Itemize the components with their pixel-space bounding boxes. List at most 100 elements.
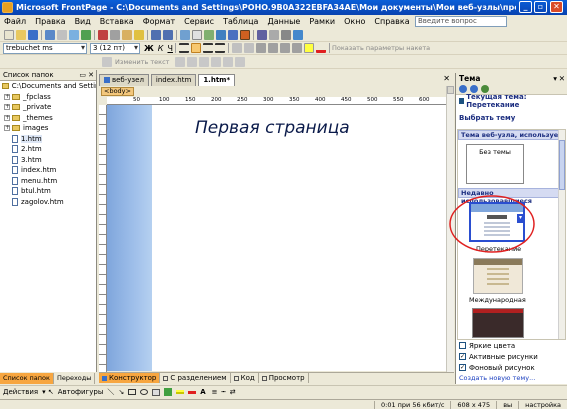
insert-table-icon[interactable] xyxy=(192,30,202,40)
new-folder-icon[interactable]: ▭ xyxy=(79,70,86,81)
preview-icon[interactable] xyxy=(69,30,79,40)
theme-thumb-international[interactable] xyxy=(473,258,523,294)
save-icon[interactable] xyxy=(28,30,38,40)
theme-thumb-dark[interactable] xyxy=(472,308,524,338)
folder-root[interactable]: C:\Documents and Settings\PC xyxy=(0,81,96,92)
line-style-icon[interactable]: ≡ xyxy=(212,388,218,396)
paste-icon[interactable] xyxy=(122,30,132,40)
scroll-thumb[interactable] xyxy=(559,140,565,190)
pictures-tool-icon[interactable] xyxy=(187,56,198,67)
home-icon[interactable] xyxy=(481,85,489,93)
drawing-icon[interactable] xyxy=(216,30,226,40)
tree-item-themes[interactable]: + _themes xyxy=(0,113,96,124)
font-color-icon[interactable]: A xyxy=(200,388,205,396)
web-component-icon[interactable] xyxy=(180,30,190,40)
settings-indicator[interactable]: настройка xyxy=(518,400,567,409)
pane-menu-icon[interactable]: ▾ xyxy=(553,73,557,84)
font-size-select[interactable]: 3 (12 пт) xyxy=(90,42,140,54)
tab-design[interactable]: Конструктор xyxy=(99,373,161,383)
arrow-icon[interactable]: ↘ xyxy=(118,388,124,396)
line-color-icon[interactable] xyxy=(188,390,197,394)
tree-item-2htm[interactable]: 2.htm xyxy=(0,144,96,155)
tree-item-private[interactable]: + _private xyxy=(0,102,96,113)
print-icon[interactable] xyxy=(57,30,67,40)
theme-thumb-none[interactable]: Без темы xyxy=(466,144,524,184)
bold-icon[interactable]: Ж xyxy=(144,44,154,53)
menu-insert[interactable]: Вставка xyxy=(100,17,134,26)
scroll-up-icon[interactable] xyxy=(447,86,454,94)
hyperlink-icon[interactable] xyxy=(228,30,238,40)
align-right-icon[interactable] xyxy=(202,43,213,53)
pictures-tool-icon[interactable] xyxy=(235,56,246,67)
expand-icon[interactable]: + xyxy=(4,114,10,121)
arrow-style-icon[interactable]: ⇄ xyxy=(230,388,236,396)
paragraph-icon[interactable] xyxy=(281,30,291,40)
font-shrink-icon[interactable] xyxy=(243,43,254,53)
outdent-icon[interactable] xyxy=(291,43,302,53)
close-document-icon[interactable]: ✕ xyxy=(443,74,450,83)
close-button[interactable]: ✕ xyxy=(550,1,563,13)
cut-icon[interactable] xyxy=(98,30,108,40)
back-icon[interactable] xyxy=(459,85,467,93)
checkbox-checked[interactable]: ✓ xyxy=(459,364,466,371)
format-painter-icon[interactable] xyxy=(134,30,144,40)
menu-tools[interactable]: Сервис xyxy=(184,17,214,26)
edit-text-button[interactable]: Изменить текст xyxy=(115,58,169,66)
text-on-picture-icon[interactable] xyxy=(102,56,112,67)
maximize-button[interactable]: ▫ xyxy=(534,1,547,13)
menu-frames[interactable]: Рамки xyxy=(309,17,335,26)
expand-icon[interactable]: + xyxy=(4,125,10,132)
gallery-scrollbar[interactable] xyxy=(558,130,565,339)
design-canvas[interactable] xyxy=(107,105,446,371)
tree-item-zagolov[interactable]: zagolov.htm xyxy=(0,197,96,208)
menu-view[interactable]: Вид xyxy=(75,17,91,26)
highlight-icon[interactable] xyxy=(303,43,314,53)
font-grow-icon[interactable] xyxy=(231,43,242,53)
select-arrow-icon[interactable]: ▾ ↖ xyxy=(42,388,54,396)
close-pane-icon[interactable]: ✕ xyxy=(559,73,565,84)
dash-style-icon[interactable]: ┅ xyxy=(222,388,226,396)
clipart-icon[interactable] xyxy=(164,388,173,396)
tab-code[interactable]: Код xyxy=(231,373,259,383)
menu-data[interactable]: Данные xyxy=(267,17,300,26)
tab-index[interactable]: index.htm xyxy=(150,73,197,86)
oval-icon[interactable] xyxy=(140,389,149,395)
textbox-icon[interactable] xyxy=(152,388,161,396)
indent-icon[interactable] xyxy=(279,43,290,53)
create-theme-link[interactable]: Создать новую тему... xyxy=(456,374,567,382)
publish-icon[interactable] xyxy=(45,30,55,40)
menu-table[interactable]: Таблица xyxy=(223,17,258,26)
align-center-icon[interactable] xyxy=(190,43,201,53)
tab-split[interactable]: С разделением xyxy=(160,373,231,383)
minimize-button[interactable]: _ xyxy=(519,1,532,13)
tree-item-menu[interactable]: menu.htm xyxy=(0,176,96,187)
page-heading[interactable]: Первая страница xyxy=(195,118,350,138)
pictures-tool-icon[interactable] xyxy=(175,56,186,67)
copy-icon[interactable] xyxy=(110,30,120,40)
undo-icon[interactable] xyxy=(151,30,161,40)
help-search-input[interactable]: Введите вопрос xyxy=(415,16,507,27)
tree-item-3htm[interactable]: 3.htm xyxy=(0,155,96,166)
rectangle-icon[interactable] xyxy=(128,389,137,395)
insert-picture-icon[interactable] xyxy=(204,30,214,40)
tree-item-index[interactable]: index.htm xyxy=(0,165,96,176)
pictures-tool-icon[interactable] xyxy=(199,56,210,67)
tree-item-images[interactable]: + images xyxy=(0,123,96,134)
help-icon[interactable] xyxy=(293,30,303,40)
checkbox[interactable] xyxy=(459,342,466,349)
line-icon[interactable]: ＼ xyxy=(107,387,114,397)
justify-icon[interactable] xyxy=(214,43,225,53)
menu-file[interactable]: Файл xyxy=(4,17,26,26)
option-vivid-colors[interactable]: Яркие цвета xyxy=(456,340,567,351)
tab-folder-list[interactable]: Список папок xyxy=(0,372,54,384)
redo-icon[interactable] xyxy=(163,30,173,40)
tab-navigation[interactable]: Переходы xyxy=(54,372,96,384)
numbering-icon[interactable] xyxy=(255,43,266,53)
underline-icon[interactable]: Ч xyxy=(167,44,172,53)
fill-color-icon[interactable] xyxy=(176,390,185,394)
spelling-icon[interactable] xyxy=(81,30,91,40)
option-active-graphics[interactable]: ✓ Активные рисунки xyxy=(456,351,567,362)
menu-format[interactable]: Формат xyxy=(143,17,175,26)
theme-icon[interactable] xyxy=(240,30,250,40)
body-tag-selector[interactable]: <body> xyxy=(101,87,134,96)
